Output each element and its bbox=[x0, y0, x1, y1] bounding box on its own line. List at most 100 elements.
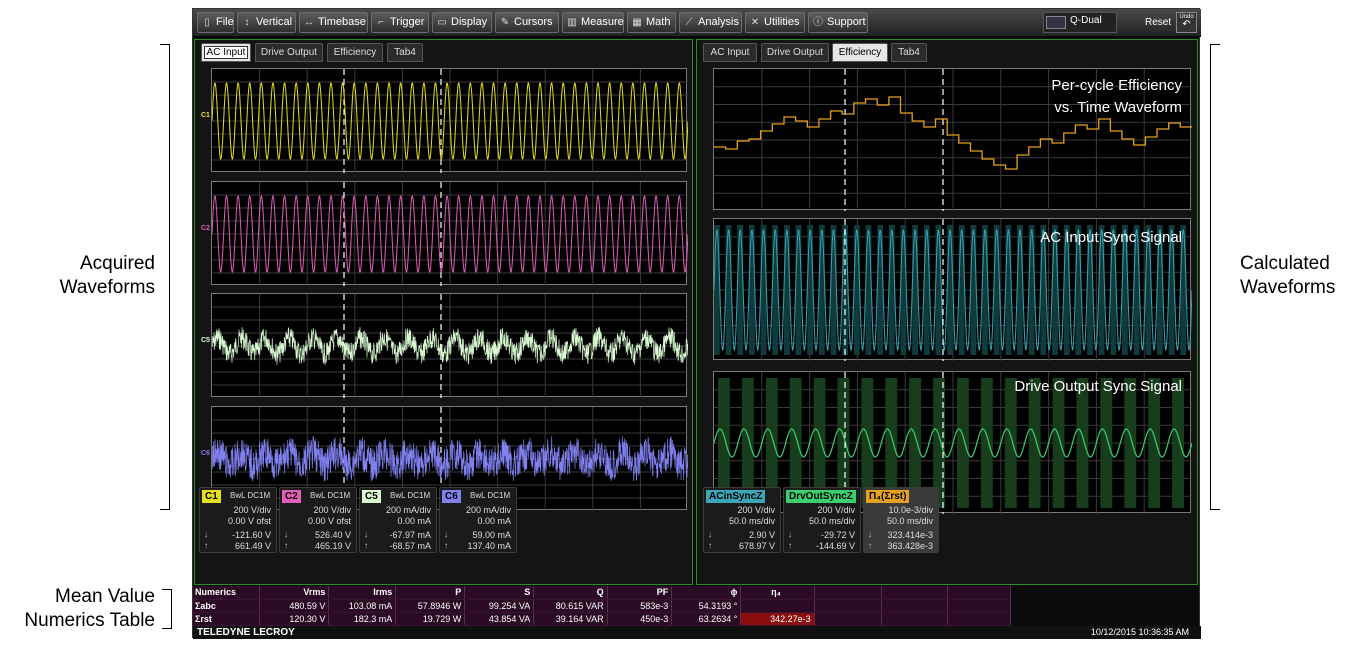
c6-offset: 0.00 mA bbox=[477, 516, 511, 526]
mean-annotation-line2: Numerics Table bbox=[24, 610, 155, 631]
reset-button[interactable]: Reset bbox=[1145, 17, 1171, 28]
header-pf: PF bbox=[607, 586, 673, 600]
sync-highlight bbox=[737, 225, 744, 355]
table-row: Σabc 480.59 V 103.08 mA 57.8946 W 99.254… bbox=[193, 599, 1011, 613]
empty-cell bbox=[881, 612, 949, 626]
left-tab-efficiency[interactable]: Efficiency bbox=[327, 43, 383, 62]
efficiency-cursor1: 323.414e-3 bbox=[887, 530, 933, 540]
sync-highlight bbox=[795, 225, 802, 355]
efficiency-cursor2: 363.428e-3 bbox=[887, 541, 933, 551]
status-datetime: 10/12/2015 10:36:35 AM bbox=[1090, 627, 1189, 637]
menu-math[interactable]: ▦ Math bbox=[627, 12, 676, 33]
menu-measure[interactable]: ▥ Measure bbox=[562, 12, 624, 33]
left-tab-ac-input-label: AC Input bbox=[203, 46, 249, 59]
cell-irms: 182.3 mA bbox=[328, 612, 397, 626]
right-tab-ac-input[interactable]: AC Input bbox=[703, 43, 757, 62]
menu-analysis[interactable]: ⟋ Analysis bbox=[679, 12, 742, 33]
efficiency-descriptor[interactable]: Π₄(Σrst) 10.0e-3/div 50.0 ms/div ↓ 323.4… bbox=[863, 487, 939, 553]
left-tab-drive-output[interactable]: Drive Output bbox=[255, 43, 323, 62]
c1-trace-marker: C1 bbox=[201, 112, 210, 119]
sync-highlight bbox=[923, 225, 930, 355]
table-row: Σrst 120.30 V 182.3 mA 19.729 W 43.854 V… bbox=[193, 612, 1011, 626]
drive-sync-title: Drive Output Sync Signal bbox=[1014, 378, 1182, 395]
cell-s: 99.254 VA bbox=[464, 599, 535, 613]
undo-arrow-icon: ↶ bbox=[1182, 19, 1191, 30]
menu-trigger[interactable]: ⌐ Trigger bbox=[371, 12, 429, 33]
menu-trigger-label: Trigger bbox=[390, 16, 425, 28]
layout-selector[interactable]: Q-Dual bbox=[1043, 12, 1117, 33]
cell-eta: 342.27e-3 bbox=[740, 612, 815, 626]
cell-vrms: 480.59 V bbox=[259, 599, 330, 613]
header-eta: η₄ bbox=[740, 586, 815, 600]
sync-highlight bbox=[912, 225, 918, 355]
menu-vertical[interactable]: ↕ Vertical bbox=[237, 12, 296, 33]
menu-measure-label: Measure bbox=[581, 16, 624, 28]
left-tab-tab4[interactable]: Tab4 bbox=[387, 43, 423, 62]
right-tab-drive-output[interactable]: Drive Output bbox=[761, 43, 829, 62]
cell-phi: 63.2634 ° bbox=[671, 612, 742, 626]
c5-grid[interactable] bbox=[211, 293, 688, 398]
empty-col bbox=[814, 586, 882, 600]
menu-file-label: File bbox=[216, 16, 234, 28]
empty-cell bbox=[814, 612, 882, 626]
menu-file[interactable]: ▯ File bbox=[197, 12, 234, 33]
empty-cell bbox=[881, 599, 949, 613]
right-tab-tab4[interactable]: Tab4 bbox=[891, 43, 927, 62]
c6-cursor1: 59.00 mA bbox=[472, 530, 511, 540]
ac-sync-grid[interactable]: AC Input Sync Signal bbox=[713, 218, 1192, 361]
cell-eta bbox=[740, 599, 815, 613]
quad-grid-icon bbox=[1046, 16, 1066, 29]
calculated-annotation: Calculated Waveforms bbox=[1240, 252, 1350, 300]
cell-p: 57.8946 W bbox=[395, 599, 466, 613]
info-icon: ⓘ bbox=[813, 17, 823, 28]
c6-descriptor-flags: BwL DC1M bbox=[470, 491, 511, 500]
c2-descriptor-flags: BwL DC1M bbox=[310, 491, 351, 500]
header-s: S bbox=[464, 586, 535, 600]
c6-descriptor[interactable]: C6 BwL DC1M 200 mA/div 0.00 mA ↓ 59.00 m… bbox=[439, 487, 517, 553]
acinsync-descriptor-name: ACinSyncZ bbox=[706, 490, 766, 503]
c1-grid[interactable] bbox=[211, 68, 688, 173]
row-label: Σabc bbox=[193, 599, 261, 613]
layout-label: Q-Dual bbox=[1070, 15, 1102, 26]
menu-cursors[interactable]: ✎ Cursors bbox=[495, 12, 559, 33]
header-p: P bbox=[395, 586, 466, 600]
c2-grid[interactable] bbox=[211, 181, 688, 286]
vertical-arrows-icon: ↕ bbox=[244, 17, 250, 28]
horizontal-arrows-icon: ↔ bbox=[304, 17, 314, 28]
brand-logo: TELEDYNE LECROY bbox=[197, 627, 295, 638]
menu-utilities[interactable]: ✕ Utilities bbox=[745, 12, 805, 33]
c2-descriptor-name: C2 bbox=[282, 490, 301, 503]
calculated-annotation-line1: Calculated bbox=[1240, 253, 1330, 274]
menu-timebase[interactable]: ↔ Timebase bbox=[299, 12, 368, 33]
menu-display[interactable]: ▭ Display bbox=[432, 12, 492, 33]
menu-vertical-label: Vertical bbox=[256, 16, 293, 28]
acquired-annotation-line1: Acquired bbox=[80, 253, 155, 274]
left-tab-ac-input[interactable]: AC Input bbox=[201, 43, 251, 62]
sync-highlight bbox=[818, 225, 825, 355]
c6-cursor2: 137.40 mA bbox=[467, 541, 511, 551]
ac-sync-title: AC Input Sync Signal bbox=[1040, 229, 1182, 246]
sync-highlight bbox=[865, 225, 872, 355]
undo-button[interactable]: Undo ↶ bbox=[1176, 12, 1197, 33]
efficiency-title: Per-cycle Efficiency vs. Time Waveform bbox=[982, 75, 1182, 119]
right-tab-efficiency[interactable]: Efficiency bbox=[832, 43, 888, 62]
cell-q: 80.615 VAR bbox=[533, 599, 608, 613]
acquired-bracket bbox=[160, 44, 170, 510]
menu-bar: ▯ File ↕ Vertical ↔ Timebase ⌐ Trigger ▭ Disp… bbox=[193, 9, 1201, 37]
calculated-bracket bbox=[1210, 44, 1220, 510]
sync-highlight bbox=[714, 225, 720, 355]
menu-support-label: Support bbox=[827, 16, 866, 28]
sync-highlight bbox=[830, 225, 837, 355]
menu-support[interactable]: ⓘ Support bbox=[808, 12, 868, 33]
sync-highlight bbox=[784, 225, 790, 355]
measure-icon: ▥ bbox=[567, 17, 577, 28]
cell-pf: 583e-3 bbox=[607, 599, 673, 613]
menu-display-label: Display bbox=[451, 16, 488, 28]
calculated-annotation-line2: Waveforms bbox=[1240, 277, 1336, 298]
numerics-header: Numerics bbox=[193, 586, 261, 600]
efficiency-grid[interactable]: Per-cycle Efficiency vs. Time Waveform bbox=[713, 68, 1192, 211]
analysis-icon: ⟋ bbox=[685, 17, 693, 28]
header-phi: ϕ bbox=[671, 586, 742, 600]
efficiency-descriptor-name: Π₄(Σrst) bbox=[866, 490, 910, 503]
numerics-table[interactable]: Numerics Vrms Irms P S Q PF ϕ η₄ Σabc 48… bbox=[193, 586, 1011, 626]
